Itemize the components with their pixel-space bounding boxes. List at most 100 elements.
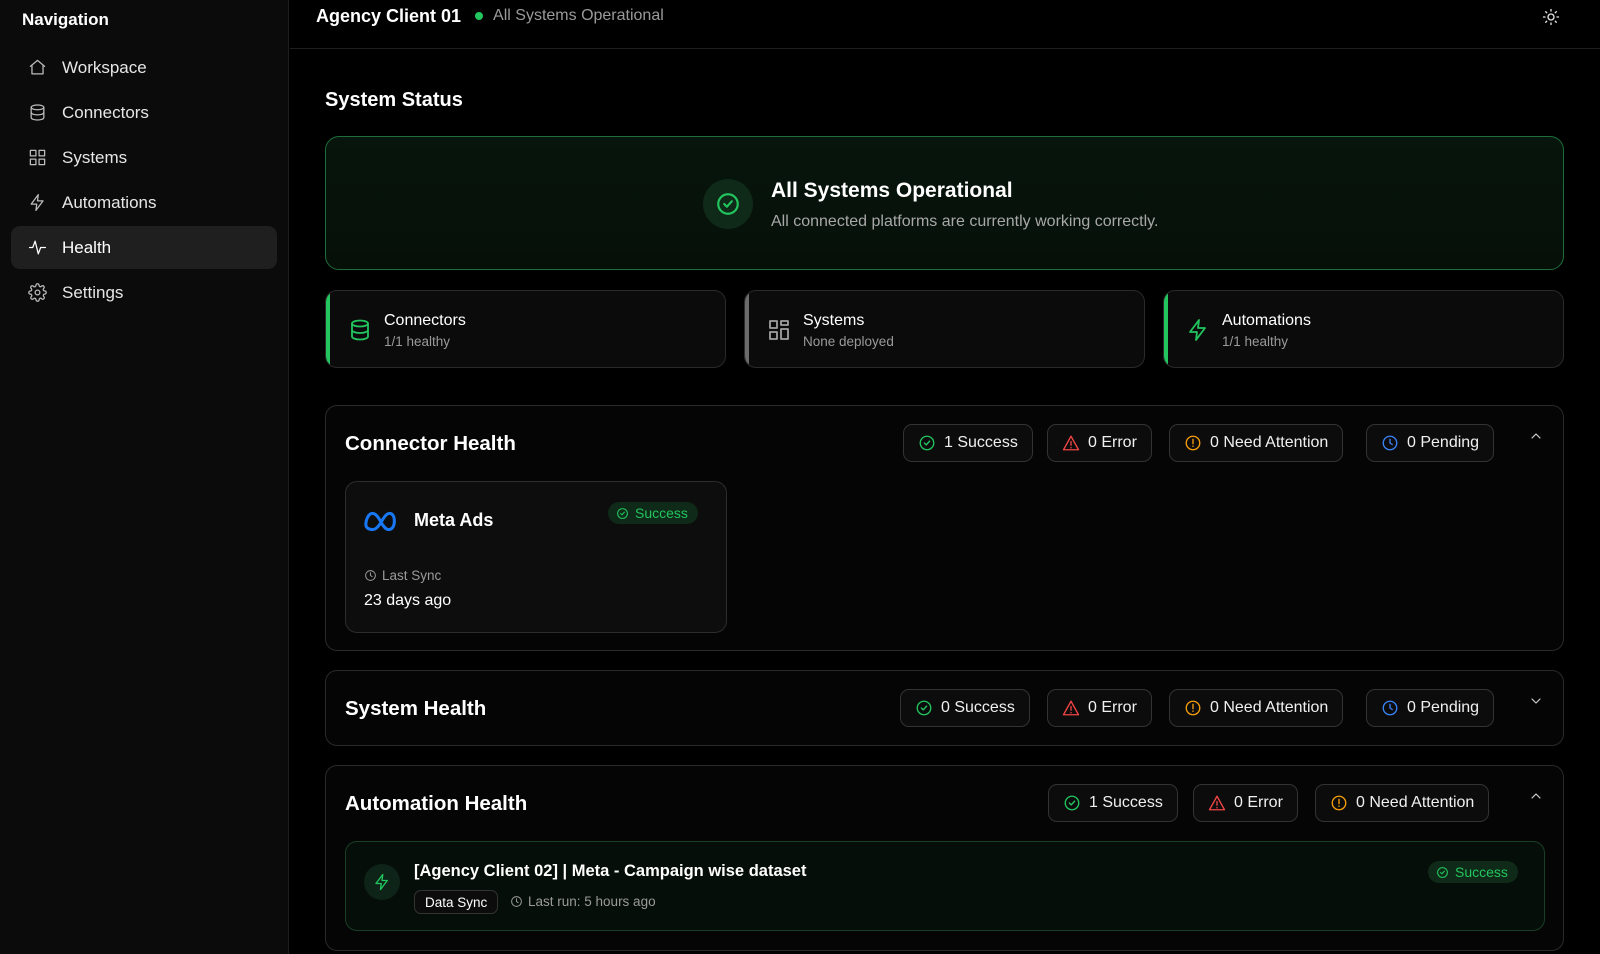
sidebar-item-label: Automations <box>62 192 157 212</box>
check-circle-icon <box>1064 795 1080 811</box>
error-chip[interactable]: 0 Error <box>1047 424 1152 462</box>
sidebar: Navigation Workspace Connectors Systems … <box>0 0 289 954</box>
error-chip[interactable]: 0 Error <box>1193 784 1298 822</box>
sidebar-item-settings[interactable]: Settings <box>11 271 277 314</box>
success-chip[interactable]: 1 Success <box>903 424 1033 462</box>
bolt-icon <box>364 864 400 900</box>
sidebar-nav: Workspace Connectors Systems Automations… <box>11 46 277 316</box>
bolt-icon <box>27 193 47 213</box>
warning-triangle-icon <box>1062 700 1080 716</box>
client-name: Agency Client 01 <box>316 5 462 26</box>
summary-title: Automations <box>1222 312 1311 329</box>
chip-label: 0 Error <box>1234 794 1283 811</box>
summary-subtitle: 1/1 healthy <box>384 334 451 349</box>
sidebar-item-label: Workspace <box>62 57 147 77</box>
panel-title: Connector Health <box>345 432 516 455</box>
chip-label: 0 Success <box>941 699 1015 716</box>
success-chip[interactable]: 1 Success <box>1048 784 1178 822</box>
alert-circle-icon <box>1185 435 1201 451</box>
warning-triangle-icon <box>1062 435 1080 451</box>
card-accent <box>1164 291 1168 367</box>
database-icon <box>348 318 372 342</box>
clock-icon <box>1382 700 1398 716</box>
sidebar-item-label: Systems <box>62 147 128 167</box>
badge-label: Success <box>1455 864 1508 880</box>
check-circle-icon <box>703 179 753 229</box>
summary-title: Connectors <box>384 312 466 329</box>
attention-chip[interactable]: 0 Need Attention <box>1169 424 1344 462</box>
sun-icon[interactable] <box>1542 8 1560 26</box>
check-circle-icon <box>1437 866 1448 878</box>
pending-chip[interactable]: 0 Pending <box>1366 424 1495 462</box>
card-accent <box>745 291 749 367</box>
card-accent <box>326 291 330 367</box>
attention-chip[interactable]: 0 Need Attention <box>1315 784 1490 822</box>
grid-icon <box>767 318 791 342</box>
automation-card[interactable]: [Agency Client 02] | Meta - Campaign wis… <box>345 841 1545 931</box>
attention-chip[interactable]: 0 Need Attention <box>1169 689 1344 727</box>
banner-subtitle: All connected platforms are currently wo… <box>771 213 1159 230</box>
chip-label: 1 Success <box>1089 794 1163 811</box>
chip-label: 0 Need Attention <box>1356 794 1475 811</box>
chevron-up-icon[interactable] <box>1528 428 1544 444</box>
meta-logo-icon <box>363 508 401 534</box>
gear-icon <box>27 283 47 303</box>
last-run: Last run: 5 hours ago <box>510 894 656 909</box>
panel-title: Automation Health <box>345 792 528 815</box>
connector-name: Meta Ads <box>414 510 494 530</box>
bolt-icon <box>1186 318 1210 342</box>
page-title: System Status <box>325 89 463 111</box>
alert-circle-icon <box>1185 700 1201 716</box>
status-badge: Success <box>1428 861 1518 883</box>
sidebar-item-health[interactable]: Health <box>11 226 277 269</box>
success-chip[interactable]: 0 Success <box>900 689 1030 727</box>
top-bar: Agency Client 01 All Systems Operational <box>290 0 1600 49</box>
system-health-panel[interactable]: System Health 0 Success 0 Error 0 Need A… <box>325 670 1564 746</box>
database-icon <box>27 103 47 123</box>
grid-icon <box>27 148 47 168</box>
sidebar-item-label: Health <box>62 237 112 257</box>
status-badge: Success <box>608 502 698 524</box>
chip-label: 0 Pending <box>1407 434 1480 451</box>
summary-card-connectors[interactable]: Connectors 1/1 healthy <box>325 290 726 368</box>
chip-label: 0 Error <box>1088 434 1137 451</box>
header-status-text: All Systems Operational <box>493 7 664 24</box>
chip-label: 0 Need Attention <box>1210 699 1329 716</box>
last-sync-label: Last Sync <box>364 568 441 583</box>
sidebar-item-label: Connectors <box>62 102 149 122</box>
automation-type-tag: Data Sync <box>414 890 499 914</box>
activity-icon <box>27 238 47 258</box>
automation-health-panel: Automation Health 1 Success 0 Error 0 Ne… <box>325 765 1564 951</box>
status-dot <box>475 12 484 20</box>
clock-icon <box>511 896 522 907</box>
chevron-up-icon[interactable] <box>1528 788 1544 804</box>
warning-triangle-icon <box>1208 795 1226 811</box>
sidebar-item-systems[interactable]: Systems <box>11 136 277 179</box>
alert-circle-icon <box>1331 795 1347 811</box>
home-icon <box>27 58 47 78</box>
pending-chip[interactable]: 0 Pending <box>1366 689 1495 727</box>
sidebar-title: Navigation <box>22 10 109 29</box>
status-banner: All Systems Operational All connected pl… <box>325 136 1564 270</box>
sidebar-item-workspace[interactable]: Workspace <box>11 46 277 89</box>
banner-title: All Systems Operational <box>771 179 1013 202</box>
panel-title: System Health <box>345 697 487 720</box>
sidebar-item-automations[interactable]: Automations <box>11 181 277 224</box>
clock-icon <box>365 570 376 581</box>
summary-card-systems[interactable]: Systems None deployed <box>744 290 1145 368</box>
sidebar-item-connectors[interactable]: Connectors <box>11 91 277 134</box>
error-chip[interactable]: 0 Error <box>1047 689 1152 727</box>
check-circle-icon <box>617 507 628 519</box>
last-sync-value: 23 days ago <box>364 592 452 609</box>
chip-label: 0 Need Attention <box>1210 434 1329 451</box>
summary-subtitle: None deployed <box>803 334 894 349</box>
sidebar-item-label: Settings <box>62 282 124 302</box>
chevron-down-icon[interactable] <box>1528 693 1544 709</box>
summary-card-automations[interactable]: Automations 1/1 healthy <box>1163 290 1564 368</box>
summary-subtitle: 1/1 healthy <box>1222 334 1289 349</box>
chip-label: 0 Error <box>1088 699 1137 716</box>
chip-label: 0 Pending <box>1407 699 1480 716</box>
summary-title: Systems <box>803 312 865 329</box>
connector-card-meta-ads[interactable]: Meta Ads Success Last Sync 23 days ago <box>345 481 727 633</box>
clock-icon <box>1382 435 1398 451</box>
